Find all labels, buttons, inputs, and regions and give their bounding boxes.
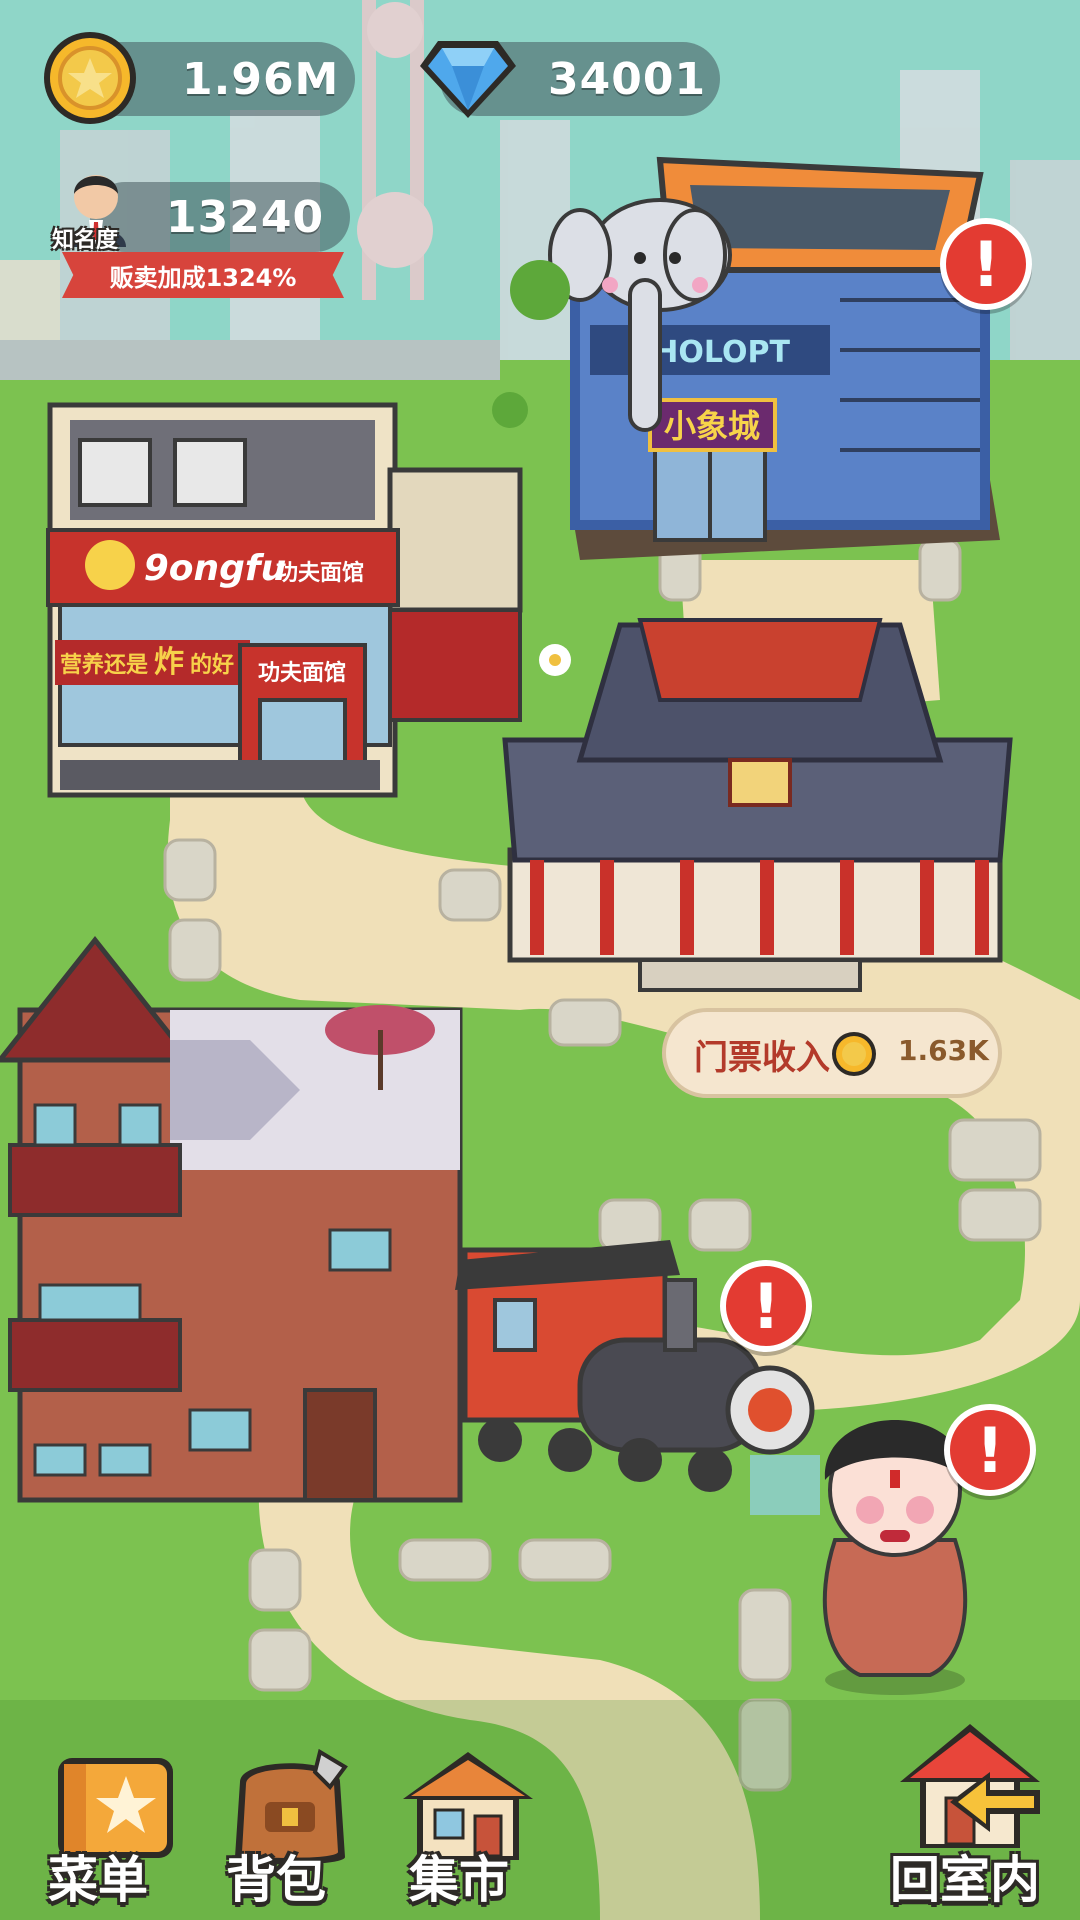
brick-villa [0,935,463,1503]
ticket-income-value: 1.63K [898,1034,989,1067]
train-alert-icon[interactable]: ! [720,1260,812,1352]
coin-amount: 1.96M [182,54,340,105]
gold-coin-icon [44,32,136,124]
ticket-income-bubble[interactable]: 门票收入 1.63K [662,1008,1002,1098]
fame-amount: 13240 [166,192,325,243]
mall-sign: 小象城 [664,407,760,445]
market-button[interactable]: 集市 [385,1740,545,1910]
bag-label: 背包 [226,1851,326,1909]
back-indoor-button[interactable]: 回室内 [880,1712,1060,1912]
fame-label: 知名度 [52,228,119,253]
character-alert-icon[interactable]: ! [944,1404,1036,1496]
bag-button[interactable]: 背包 [210,1740,370,1910]
ticket-income-label: 门票收入 [694,1038,830,1078]
menu-button[interactable]: 菜单 [38,1740,188,1910]
back-indoor-label: 回室内 [890,1851,1040,1909]
kungfu-sign-door: 功夫面馆 [258,660,346,686]
mall-alert-icon[interactable]: ! [940,218,1032,310]
gem-amount: 34001 [548,54,707,105]
menu-label: 菜单 [48,1851,148,1909]
opera-character [822,1420,968,1695]
kungfu-logo: 9ongfu [144,548,286,589]
kungfu-sign-top: 功夫面馆 [276,560,364,586]
mall-building: 小象城 AHOLOPT [548,156,1000,560]
gold-coin-icon [832,1032,876,1076]
sell-bonus-ribbon: 贩卖加成1324% [62,252,344,298]
market-label: 集市 [409,1851,509,1909]
diamond-icon [420,41,516,118]
